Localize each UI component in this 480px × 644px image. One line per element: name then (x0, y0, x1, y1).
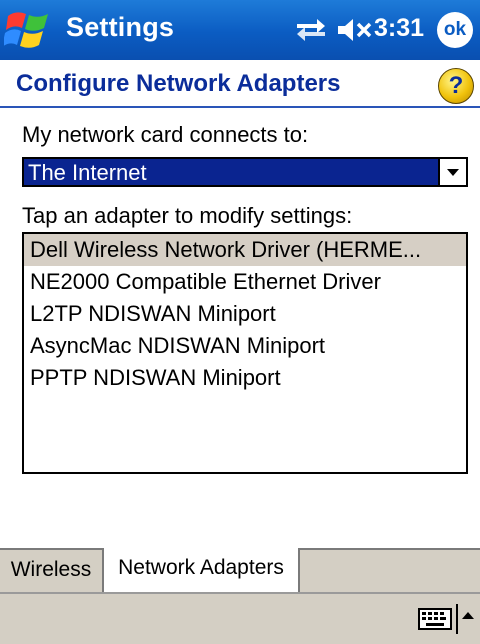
title-bar: Settings 3:31 ok (0, 0, 480, 60)
network-select-value: The Internet (28, 160, 147, 185)
tab-strip: Wireless Network Adapters (0, 548, 480, 592)
sip-divider (456, 604, 458, 634)
volume-muted-icon[interactable] (336, 14, 374, 46)
tab-network-adapters[interactable]: Network Adapters (104, 548, 300, 592)
help-icon[interactable]: ? (438, 68, 474, 104)
ok-button[interactable]: ok (437, 12, 473, 48)
adapter-list[interactable]: Dell Wireless Network Driver (HERME... N… (22, 232, 468, 474)
list-item[interactable]: AsyncMac NDISWAN Miniport (24, 330, 466, 362)
list-item[interactable]: Dell Wireless Network Driver (HERME... (24, 234, 466, 266)
tab-wireless[interactable]: Wireless (0, 550, 104, 592)
command-bar (0, 592, 480, 644)
connects-label: My network card connects to: (22, 122, 309, 147)
windows-start-icon[interactable] (2, 6, 56, 54)
network-select[interactable]: The Internet (22, 157, 468, 187)
chevron-down-icon[interactable] (438, 159, 466, 185)
list-item[interactable]: NE2000 Compatible Ethernet Driver (24, 266, 466, 298)
app-title: Settings (66, 12, 175, 42)
page-header: Configure Network Adapters ? (0, 60, 480, 108)
adapters-label: Tap an adapter to modify settings: (22, 203, 353, 228)
connectivity-icon[interactable] (293, 14, 329, 46)
page-title: Configure Network Adapters (16, 70, 341, 97)
list-item[interactable]: PPTP NDISWAN Miniport (24, 362, 466, 394)
list-item[interactable]: L2TP NDISWAN Miniport (24, 298, 466, 330)
clock[interactable]: 3:31 (374, 14, 424, 43)
sip-arrow-up-icon[interactable] (460, 608, 476, 624)
keyboard-icon[interactable] (418, 608, 452, 630)
